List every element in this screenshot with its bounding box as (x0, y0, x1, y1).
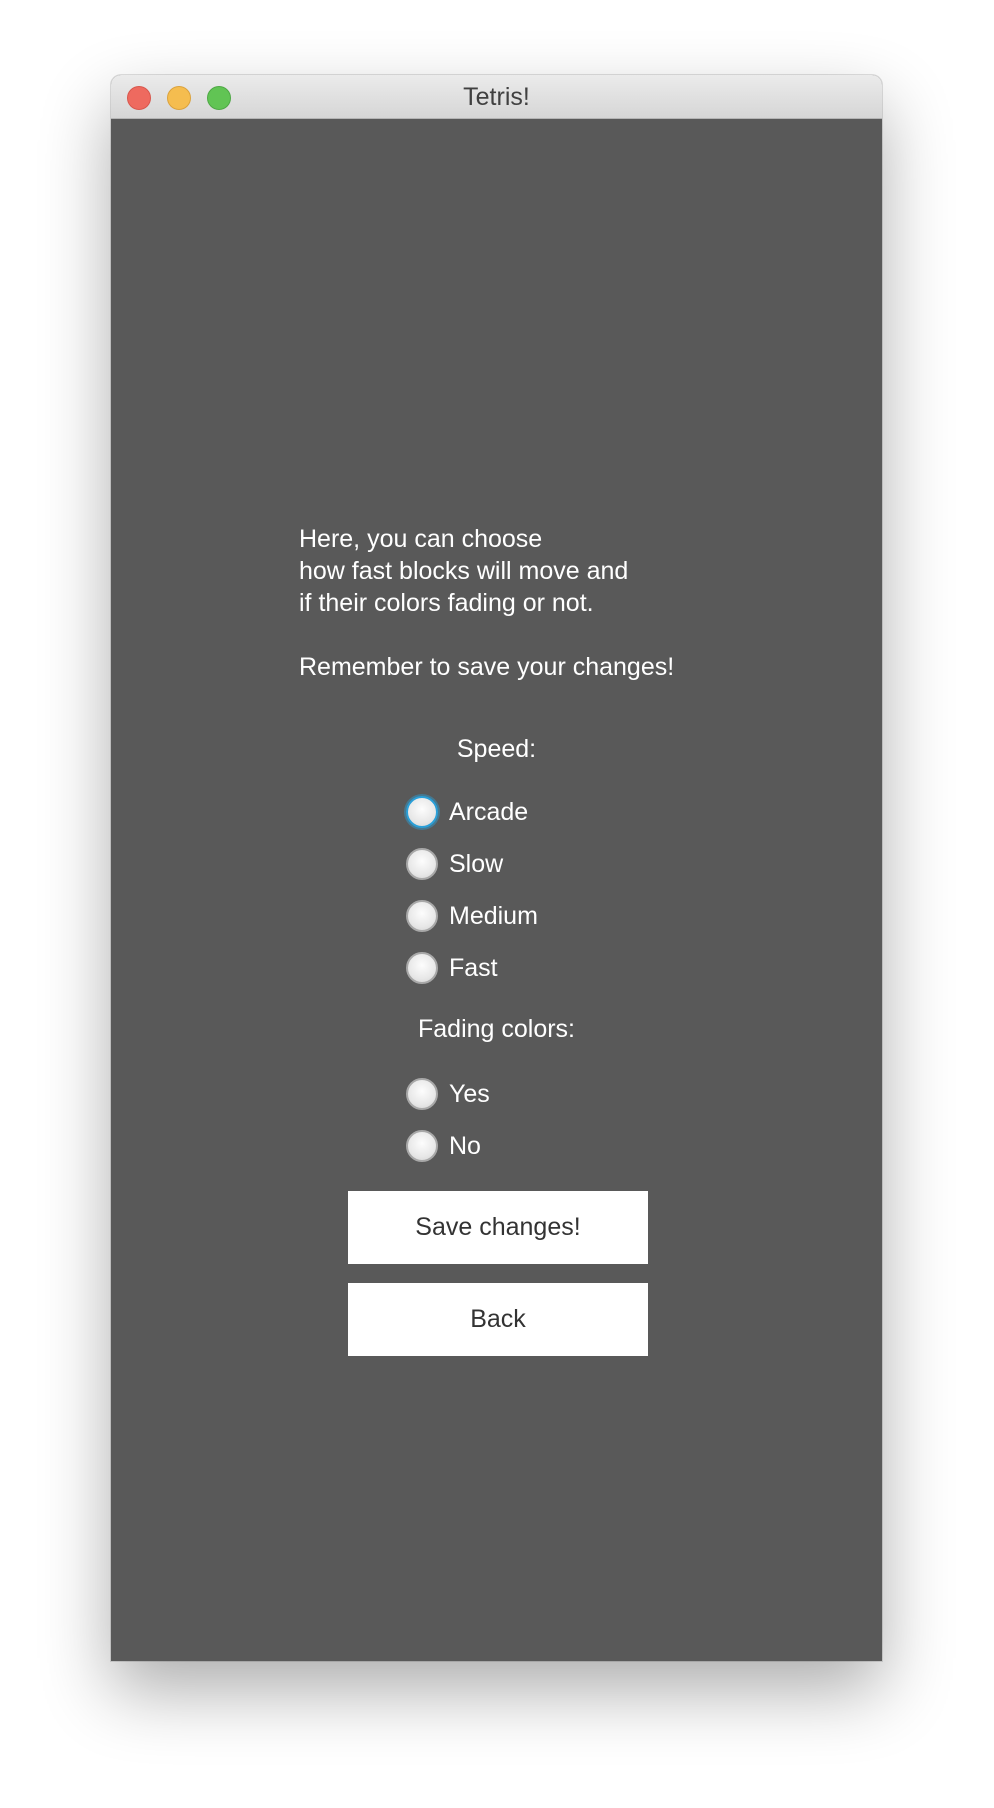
radio-speed-medium[interactable]: Medium (406, 896, 538, 936)
radio-fading-yes[interactable]: Yes (406, 1074, 490, 1114)
save-reminder: Remember to save your changes! (299, 653, 675, 681)
back-button[interactable]: Back (348, 1283, 648, 1356)
title-bar[interactable]: Tetris! (111, 75, 882, 119)
radio-button-icon[interactable] (406, 848, 438, 880)
radio-button-icon[interactable] (406, 900, 438, 932)
info-line: if their colors fading or not. (299, 589, 594, 617)
radio-speed-arcade[interactable]: Arcade (406, 792, 528, 832)
radio-label[interactable]: Arcade (449, 798, 528, 827)
info-line: how fast blocks will move and (299, 557, 629, 585)
info-line: Here, you can choose (299, 525, 543, 553)
radio-button-icon[interactable] (406, 796, 438, 828)
radio-label[interactable]: Yes (449, 1080, 490, 1109)
radio-button-icon[interactable] (406, 952, 438, 984)
radio-button-icon[interactable] (406, 1078, 438, 1110)
radio-label[interactable]: Medium (449, 902, 538, 931)
info-text: Here, you can choose how fast blocks wil… (299, 523, 674, 683)
settings-panel: Here, you can choose how fast blocks wil… (111, 119, 882, 1661)
radio-speed-slow[interactable]: Slow (406, 844, 503, 884)
radio-fading-no[interactable]: No (406, 1126, 481, 1166)
radio-label[interactable]: Fast (449, 954, 498, 983)
fading-colors-label: Fading colors: (417, 1015, 576, 1043)
save-changes-button[interactable]: Save changes! (348, 1191, 648, 1264)
speed-label: Speed: (456, 735, 537, 763)
app-window: Tetris! Here, you can choose how fast bl… (111, 75, 882, 1661)
radio-button-icon[interactable] (406, 1130, 438, 1162)
window-title: Tetris! (463, 83, 530, 111)
radio-speed-fast[interactable]: Fast (406, 948, 498, 988)
radio-label[interactable]: No (449, 1132, 481, 1161)
radio-label[interactable]: Slow (449, 850, 503, 879)
